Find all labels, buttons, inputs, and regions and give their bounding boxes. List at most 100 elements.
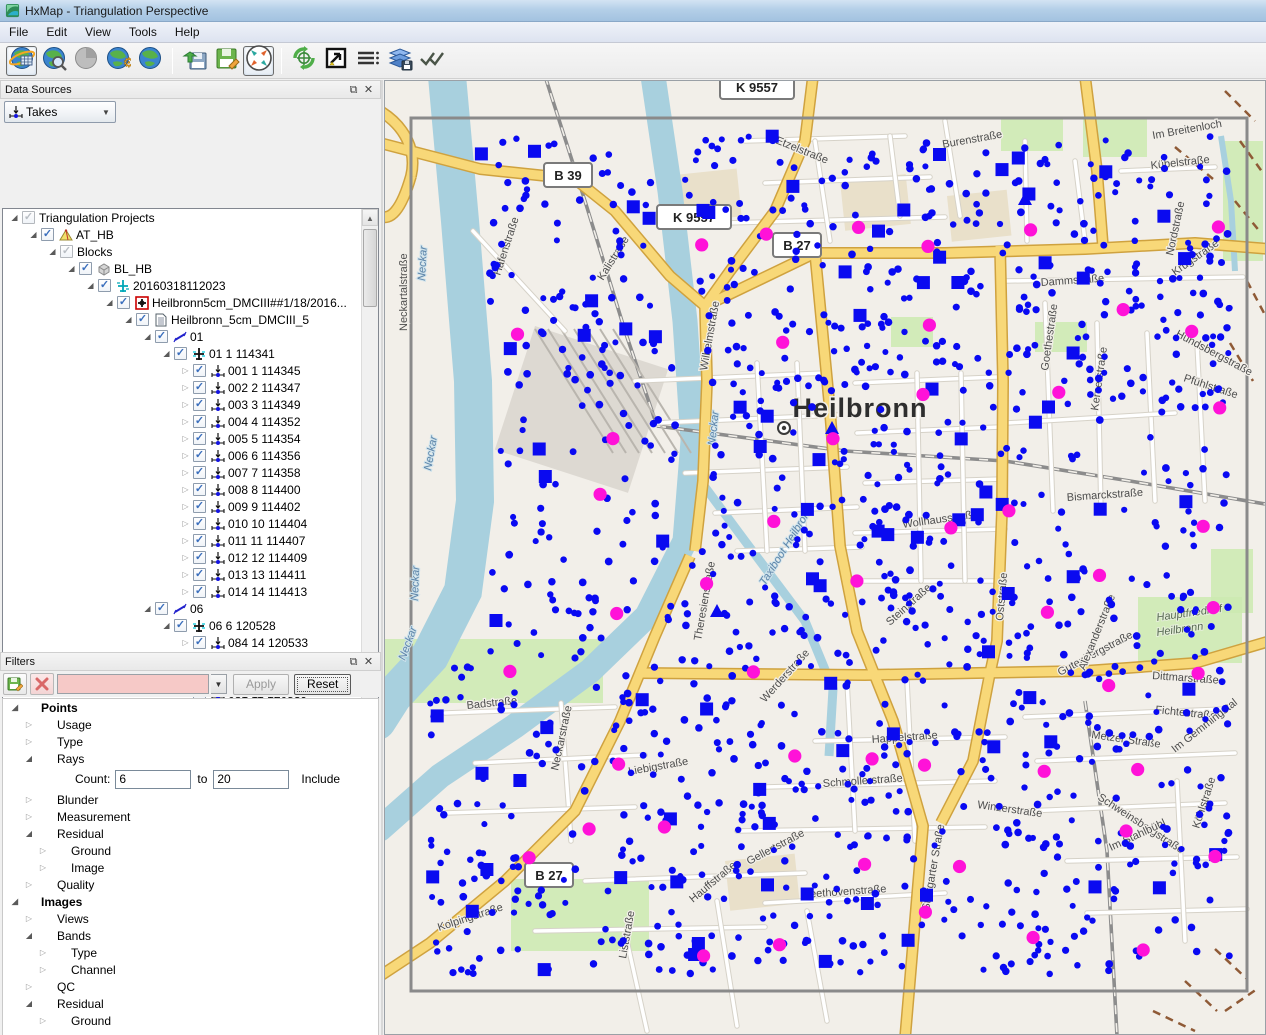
tree-checkbox[interactable]: ✓ (22, 211, 35, 224)
collapse-icon[interactable]: ◢ (9, 897, 21, 906)
collapse-icon[interactable]: ◢ (28, 230, 39, 239)
delete-filter-button[interactable] (30, 673, 54, 695)
expand-icon[interactable]: ▷ (23, 982, 35, 991)
layers-save-button[interactable] (384, 46, 415, 76)
tree-row[interactable]: ◢✓06 (3, 600, 378, 617)
apply-button[interactable]: Apply (233, 674, 289, 695)
filter-row-rays[interactable]: ◢Rays (3, 750, 378, 767)
filter-row-quality[interactable]: ▷Quality (3, 876, 378, 893)
tree-checkbox[interactable]: ✓ (193, 364, 206, 377)
globe-search-button[interactable] (38, 46, 69, 76)
tree-checkbox[interactable]: ✓ (79, 262, 92, 275)
close-panel-icon[interactable]: ✕ (361, 83, 376, 97)
expand-icon[interactable]: ▷ (180, 417, 191, 426)
expand-icon[interactable]: ▷ (23, 914, 35, 923)
expand-icon[interactable]: ▷ (37, 863, 49, 872)
expand-icon[interactable]: ▷ (37, 965, 49, 974)
expand-icon[interactable]: ▷ (180, 519, 191, 528)
filter-row-points[interactable]: ◢Points (3, 699, 378, 716)
float-panel-icon[interactable]: ⧉ (346, 655, 361, 669)
filter-row-ground[interactable]: ▷Ground (3, 1012, 378, 1029)
expand-icon[interactable]: ▷ (37, 1016, 49, 1025)
count-to-input[interactable] (213, 770, 289, 789)
globe-settings-button[interactable]: ⚙ (102, 46, 133, 76)
collapse-icon[interactable]: ◢ (9, 213, 20, 222)
tree-checkbox[interactable]: ✓ (193, 517, 206, 530)
tree-row[interactable]: ◢✓06 6 120528 (3, 617, 378, 634)
expand-icon[interactable]: ▷ (23, 737, 35, 746)
filter-row-type[interactable]: ▷Type (3, 944, 378, 961)
tree-checkbox[interactable]: ✓ (174, 619, 187, 632)
reset-button[interactable]: Reset (294, 674, 351, 695)
tree-checkbox[interactable]: ✓ (193, 415, 206, 428)
validate-button[interactable] (416, 46, 447, 76)
filter-row-residual[interactable]: ◢Residual (3, 825, 378, 842)
collapse-icon[interactable]: ◢ (161, 621, 172, 630)
tree-row[interactable]: ◢✓01 (3, 328, 378, 345)
tree-row[interactable]: ◢✓Triangulation Projects (3, 209, 378, 226)
expand-icon[interactable]: ▷ (23, 812, 35, 821)
globe-layers-button[interactable] (6, 46, 37, 76)
expand-icon[interactable]: ▷ (180, 553, 191, 562)
refresh-target-button[interactable] (288, 46, 319, 76)
tree-checkbox[interactable]: ✓ (193, 449, 206, 462)
tree-row[interactable]: ◢✓Heilbronn5cm_DMCIII##1/18/2016... (3, 294, 378, 311)
expand-icon[interactable]: ▷ (180, 451, 191, 460)
filter-row-ground[interactable]: ▷Ground (3, 842, 378, 859)
scroll-thumb[interactable] (363, 229, 377, 307)
menu-view[interactable]: View (76, 23, 120, 41)
expand-icon[interactable]: ▷ (180, 434, 191, 443)
filter-row-blunder[interactable]: ▷Blunder (3, 791, 378, 808)
tree-checkbox[interactable]: ✓ (193, 568, 206, 581)
collapse-icon[interactable]: ◢ (66, 264, 77, 273)
title-bar[interactable]: HxMap - Triangulation Perspective (0, 0, 1266, 22)
tree-row[interactable]: ▷✓014 14 114413 (3, 583, 378, 600)
tree-row[interactable]: ▷✓003 3 114349 (3, 396, 378, 413)
save-filter-button[interactable] (3, 673, 27, 695)
collapse-icon[interactable]: ◢ (142, 604, 153, 613)
filter-row-residual[interactable]: ◢Residual (3, 995, 378, 1012)
fit-view-button[interactable] (243, 46, 274, 76)
expand-icon[interactable]: ▷ (180, 536, 191, 545)
tree-row[interactable]: ▷✓008 8 114400 (3, 481, 378, 498)
menu-edit[interactable]: Edit (37, 23, 76, 41)
collapse-icon[interactable]: ◢ (23, 999, 35, 1008)
collapse-icon[interactable]: ◢ (142, 332, 153, 341)
filter-row-views[interactable]: ▷Views (3, 910, 378, 927)
tree-checkbox[interactable]: ✓ (193, 636, 206, 649)
tree-row[interactable]: ▷✓010 10 114404 (3, 515, 378, 532)
tree-row[interactable]: ▷✓012 12 114409 (3, 549, 378, 566)
expand-icon[interactable]: ▷ (180, 383, 191, 392)
collapse-icon[interactable]: ◢ (47, 247, 58, 256)
tree-row[interactable]: ▷✓009 9 114402 (3, 498, 378, 515)
tree-row[interactable]: ▷✓004 4 114352 (3, 413, 378, 430)
collapse-icon[interactable]: ◢ (23, 931, 35, 940)
expand-icon[interactable]: ▷ (23, 880, 35, 889)
tree-row[interactable]: ▷✓006 6 114356 (3, 447, 378, 464)
tree-checkbox[interactable]: ✓ (193, 432, 206, 445)
collapse-icon[interactable]: ◢ (161, 349, 172, 358)
expand-icon[interactable]: ▷ (180, 502, 191, 511)
tree-row[interactable]: ▷✓013 13 114411 (3, 566, 378, 583)
filter-row-images[interactable]: ◢Images (3, 893, 378, 910)
tree-checkbox[interactable]: ✓ (41, 228, 54, 241)
collapse-icon[interactable]: ◢ (123, 315, 134, 324)
map-view[interactable]: NeckartalstraßeHafenstraßeKalistraßeEtze… (384, 80, 1266, 1035)
tree-checkbox[interactable]: ✓ (193, 551, 206, 564)
tree-checkbox[interactable]: ✓ (193, 534, 206, 547)
tree-row[interactable]: ◢✓Blocks (3, 243, 378, 260)
filter-row-image[interactable]: ▷Image (3, 859, 378, 876)
expand-icon[interactable]: ▷ (37, 948, 49, 957)
takes-combo[interactable]: Takes ▼ (4, 101, 116, 123)
tree-checkbox[interactable]: ✓ (155, 602, 168, 615)
export-button[interactable] (320, 46, 351, 76)
expand-icon[interactable]: ▷ (23, 795, 35, 804)
menu-help[interactable]: Help (166, 23, 209, 41)
list-button[interactable] (352, 46, 383, 76)
collapse-icon[interactable]: ◢ (23, 754, 35, 763)
tree-row[interactable]: ◢✓Heilbronn_5cm_DMCIII_5 (3, 311, 378, 328)
globe-plain-button[interactable] (134, 46, 165, 76)
expand-icon[interactable]: ▷ (23, 720, 35, 729)
expand-icon[interactable]: ▷ (180, 587, 191, 596)
filter-name-combo[interactable] (57, 674, 209, 694)
